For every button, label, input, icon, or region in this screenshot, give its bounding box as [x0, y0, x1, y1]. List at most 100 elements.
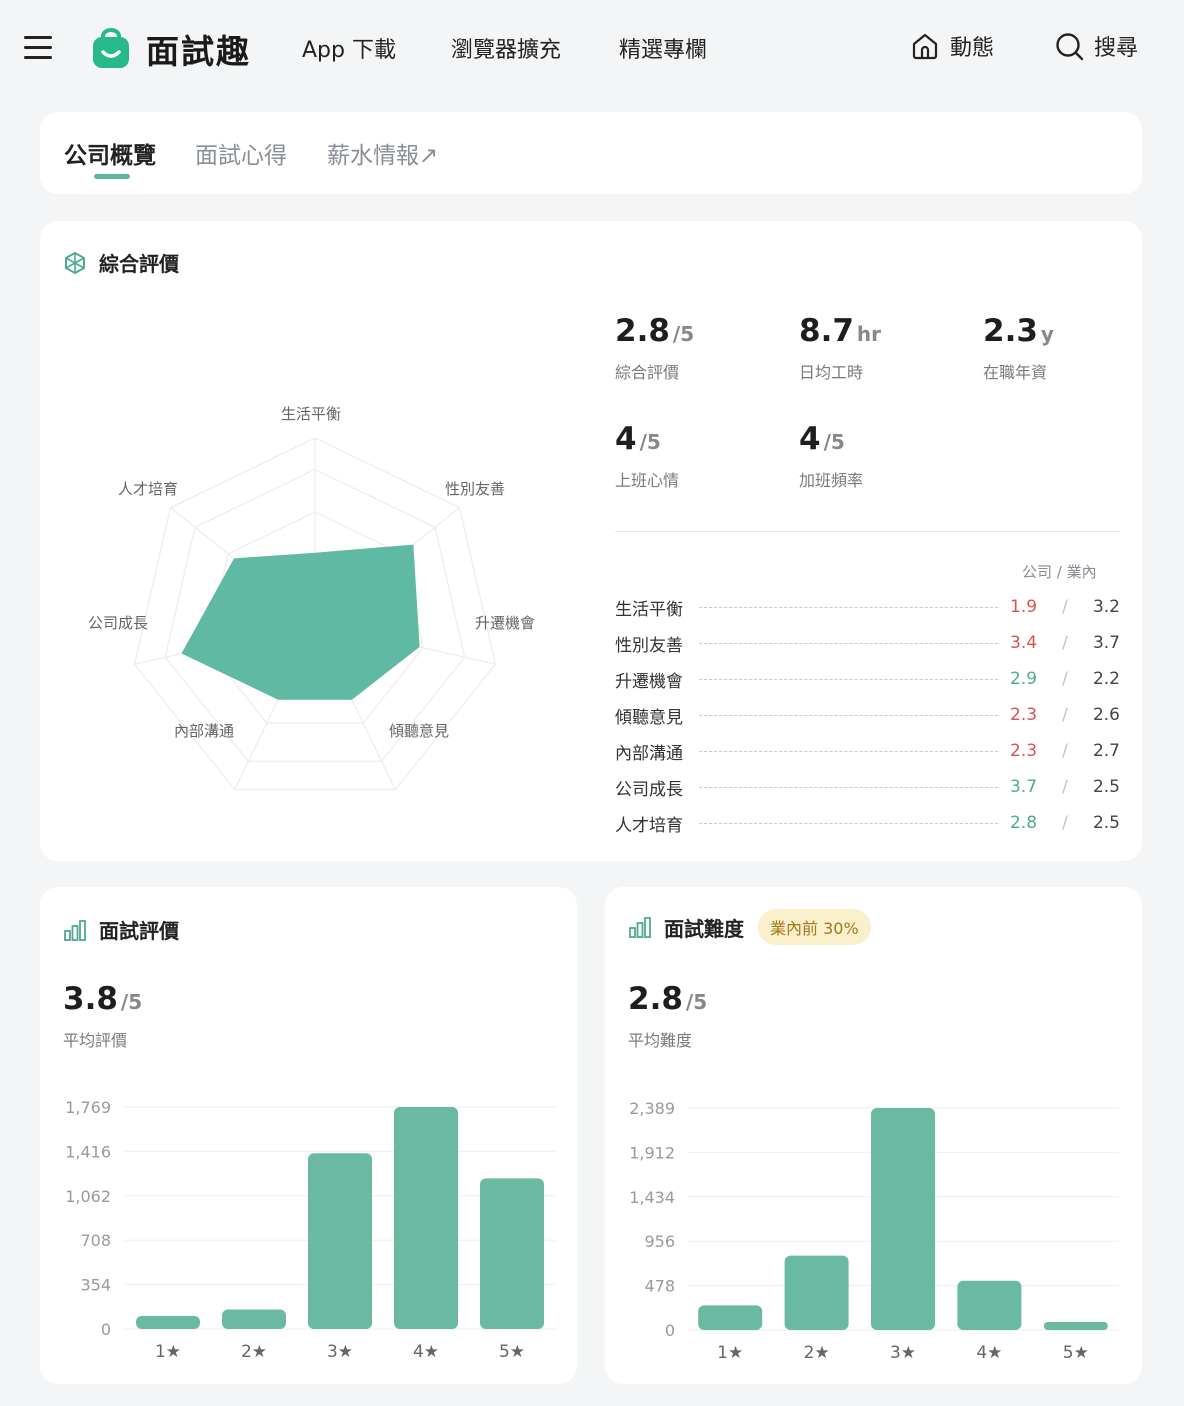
- stat-label: 加班頻率: [799, 471, 864, 490]
- stat-unit: /5: [672, 322, 695, 346]
- x-tick-label: 3★: [890, 1343, 916, 1363]
- score-separator: /: [1062, 741, 1068, 761]
- comparison-row: 生活平衡 1.9 / 3.2: [615, 595, 1120, 620]
- tab-company-overview[interactable]: 公司概覽: [64, 136, 156, 170]
- y-tick-label: 0: [101, 1320, 111, 1339]
- y-tick-label: 1,912: [629, 1143, 675, 1162]
- comparison-metric-name: 內部溝通: [615, 743, 683, 764]
- x-tick-label: 2★: [241, 1342, 267, 1362]
- y-tick-label: 1,434: [629, 1188, 675, 1207]
- nav-featured-columns[interactable]: 精選專欄: [619, 32, 707, 64]
- industry-score: 2.2: [1092, 669, 1120, 689]
- comparison-row: 傾聽意見 2.3 / 2.6: [615, 703, 1120, 728]
- stat-unit: /5: [823, 430, 845, 454]
- y-tick-label: 0: [665, 1321, 675, 1340]
- x-tick-label: 5★: [1063, 1343, 1089, 1363]
- y-tick-label: 1,416: [65, 1142, 111, 1161]
- industry-score: 2.5: [1092, 777, 1120, 797]
- stat-work-mood: 4/5 上班心情: [615, 421, 679, 491]
- bar: [394, 1107, 458, 1329]
- comparison-row: 性別友善 3.4 / 3.7: [615, 631, 1120, 656]
- industry-score: 2.6: [1092, 705, 1120, 725]
- stat-overall-rating: 2.8/5 綜合評價: [615, 313, 694, 383]
- dotted-leader: [699, 750, 998, 752]
- score-separator: /: [1062, 705, 1068, 725]
- stat-daily-hours: 8.7 hr 日均工時: [799, 313, 881, 383]
- x-tick-label: 5★: [499, 1342, 525, 1362]
- company-score: 2.9: [1010, 669, 1038, 689]
- nav-search-label: 搜尋: [1094, 36, 1139, 61]
- comparison-row: 公司成長 3.7 / 2.5: [615, 775, 1120, 800]
- x-tick-label: 1★: [717, 1343, 743, 1363]
- industry-score: 2.5: [1092, 813, 1120, 833]
- bar: [1043, 1322, 1108, 1330]
- stat-overtime-frequency: 4/5 加班頻率: [799, 421, 863, 491]
- score-separator: /: [1062, 633, 1068, 653]
- comparison-values: 2.3 / 2.6: [1010, 705, 1120, 725]
- industry-score: 3.7: [1092, 633, 1120, 653]
- comparison-values: 3.4 / 3.7: [1010, 633, 1120, 653]
- brand-name: 面試趣: [146, 32, 251, 71]
- dotted-leader: [699, 642, 998, 644]
- brand-logo[interactable]: 面試趣: [90, 25, 251, 73]
- comparison-values: 1.9 / 3.2: [1010, 597, 1120, 617]
- tab-salary-info[interactable]: 薪水情報↗: [327, 136, 438, 170]
- nav-search-button[interactable]: 搜尋: [1054, 30, 1138, 62]
- x-tick-label: 4★: [413, 1342, 439, 1362]
- company-score: 2.3: [1010, 705, 1038, 725]
- bar: [957, 1280, 1022, 1330]
- bar: [222, 1309, 286, 1329]
- bar: [480, 1178, 544, 1329]
- comparison-row: 內部溝通 2.3 / 2.7: [615, 739, 1120, 764]
- score-separator: /: [1062, 777, 1068, 797]
- stat-unit: /5: [639, 430, 661, 454]
- dotted-leader: [699, 822, 998, 824]
- hamburger-menu-icon[interactable]: [24, 36, 52, 60]
- radar-label-gender-friendly: 性別友善: [445, 480, 506, 498]
- nav-browser-extension[interactable]: 瀏覽器擴充: [451, 32, 561, 64]
- interview-difficulty-card: 面試難度 業內前 30% 2.8/5 平均難度 0 478 956 1,434 1,91…: [605, 887, 1142, 1384]
- radar-label-talent-development: 人才培育: [118, 480, 179, 498]
- company-score: 2.3: [1010, 741, 1038, 761]
- nav-app-download[interactable]: App 下載: [302, 32, 396, 64]
- bar: [784, 1255, 849, 1330]
- tab-interview-experience[interactable]: 面試心得: [195, 136, 287, 170]
- radar-label-promotion: 升遷機會: [475, 614, 536, 632]
- bar: [871, 1108, 935, 1330]
- nav-feed-button[interactable]: 動態: [910, 30, 994, 62]
- stat-value: 8.7: [799, 313, 854, 349]
- bar: [698, 1305, 763, 1330]
- active-tab-indicator: [94, 174, 130, 179]
- x-tick-label: 4★: [976, 1343, 1002, 1363]
- radar-label-work-life-balance: 生活平衡: [281, 405, 342, 423]
- overall-rating-card: 綜合評價 生活平衡 性別友善 升遷機會 傾聽意見 內部溝通 公司成長 人才培育 …: [40, 221, 1142, 861]
- comparison-metric-name: 傾聽意見: [615, 707, 683, 728]
- stat-unit: hr: [856, 322, 882, 346]
- y-tick-label: 1,769: [65, 1098, 111, 1117]
- industry-score: 3.2: [1092, 597, 1120, 617]
- stat-value: 2.3: [983, 313, 1038, 349]
- y-tick-label: 2,389: [629, 1099, 675, 1118]
- section-tabs: 公司概覽 面試心得 薪水情報↗: [40, 112, 1142, 194]
- stat-label: 上班心情: [615, 471, 680, 490]
- dotted-leader: [699, 786, 998, 788]
- stat-unit: y: [1040, 322, 1054, 346]
- comparison-row: 升遷機會 2.9 / 2.2: [615, 667, 1120, 692]
- y-tick-label: 956: [644, 1232, 675, 1251]
- comparison-values: 2.8 / 2.5: [1010, 813, 1120, 833]
- y-tick-label: 708: [80, 1231, 111, 1250]
- comparison-metric-name: 公司成長: [615, 779, 683, 800]
- interview-difficulty-bar-chart: 0 478 956 1,434 1,912 2,389 1★ 2★ 3★ 4★ 5★: [629, 1099, 1119, 1363]
- x-tick-label: 1★: [155, 1342, 181, 1362]
- interview-rating-bar-chart: 0 354 708 1,062 1,416 1,769 1★ 2★ 3★ 4★ 5★: [65, 1098, 555, 1362]
- stat-tenure: 2.3 y 在職年資: [983, 313, 1054, 383]
- comparison-metric-name: 升遷機會: [615, 671, 683, 692]
- stat-value: 4: [799, 421, 821, 457]
- dotted-leader: [699, 714, 998, 716]
- stat-value: 2.8: [615, 313, 670, 349]
- y-tick-label: 478: [644, 1277, 675, 1296]
- stat-value: 4: [615, 421, 637, 457]
- stat-label: 綜合評價: [615, 363, 680, 382]
- comparison-values: 2.9 / 2.2: [1010, 669, 1120, 689]
- stat-label: 在職年資: [983, 363, 1048, 382]
